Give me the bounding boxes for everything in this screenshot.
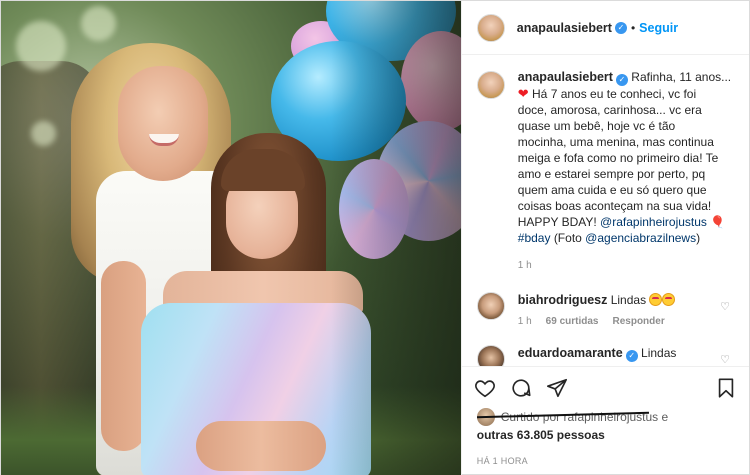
follow-button[interactable]: Seguir (639, 21, 678, 35)
comment-item: eduardoamarante ✓ Lindas ♡ (476, 345, 734, 366)
reply-button[interactable]: Responder (612, 316, 664, 327)
post-photo[interactable] (1, 1, 461, 475)
comment-time: 1 h (517, 316, 532, 327)
comments-section[interactable]: anapaulasiebert ✓ Rafinha, 11 anos... ❤ H… (462, 55, 749, 366)
caption-username[interactable]: anapaulasiebert (518, 70, 613, 84)
caption-photo-credit: (Foto (553, 231, 582, 245)
caption-time: 1 h (517, 260, 532, 271)
header-names: anapaulasiebert ✓ • Seguir (517, 21, 678, 35)
comment-body: eduardoamarante ✓ Lindas (518, 345, 734, 366)
likes-summary: Curtido por rafapinheirojustus e outras … (462, 408, 749, 450)
caption-line: quase um bebê, hoje vc é tão (517, 119, 676, 133)
action-bar (461, 366, 749, 408)
mention-link[interactable]: @agenciabrazilnews (585, 231, 696, 245)
post-caption: anapaulasiebert ✓ Rafinha, 11 anos... ❤ H… (476, 69, 734, 274)
comment-meta: 1 h 69 curtidas Responder (518, 316, 734, 327)
bookmark-icon[interactable] (715, 377, 737, 399)
clasped-hands (196, 421, 326, 471)
commenter-username[interactable]: biahrodriguesz (518, 293, 608, 307)
instagram-post: anapaulasiebert ✓ • Seguir anapaulasiebe… (0, 0, 750, 475)
caption-line: quem ama cuida e eu só quero que (517, 183, 707, 197)
comment-body: biahrodriguesz Lindas 1 h 69 curtidas Re… (518, 292, 734, 327)
caption-line: meiga e fofa como no primeiro dia! Te (517, 151, 719, 165)
comment-icon[interactable] (510, 377, 532, 399)
verified-badge-icon: ✓ (625, 350, 638, 362)
caption-photo-credit-end: ) (696, 231, 701, 245)
commenter-avatar[interactable] (476, 292, 505, 320)
mention-link[interactable]: @rafapinheirojustus (600, 215, 707, 229)
heart-icon[interactable] (474, 377, 496, 399)
author-username[interactable]: anapaulasiebert (517, 21, 612, 35)
woman-face (118, 66, 208, 181)
comment-likes-count[interactable]: 69 curtidas (546, 316, 599, 327)
caption-line: amo e estarei sempre por perto, pq (517, 167, 706, 181)
heart-eyes-emoji-icon (662, 293, 676, 306)
post-header: anapaulasiebert ✓ • Seguir (461, 1, 749, 55)
commenter-avatar[interactable] (476, 345, 505, 366)
hashtag-link[interactable]: #bday (518, 231, 551, 245)
verified-badge-icon: ✓ (614, 21, 627, 34)
verified-badge-icon: ✓ (615, 74, 628, 86)
author-avatar[interactable] (476, 13, 505, 42)
caption-avatar[interactable] (476, 71, 505, 99)
comment-text: Lindas (641, 346, 677, 360)
photo-shadow (330, 1, 461, 475)
balloon-emoji-icon: 🎈 (710, 215, 726, 229)
caption-line: Há 7 anos eu te conheci, vc foi (532, 87, 697, 101)
caption-line: coisas boas aconteçam na sua vida! (517, 199, 712, 213)
post-sidebar: anapaulasiebert ✓ • Seguir anapaulasiebe… (460, 1, 749, 475)
bokeh-light (31, 121, 56, 146)
caption-line: HAPPY BDAY! (517, 215, 597, 229)
separator-dot: • (630, 20, 636, 35)
comment-like-heart-icon[interactable]: ♡ (720, 300, 730, 313)
commenter-username[interactable]: eduardoamarante (518, 346, 623, 360)
bokeh-light (16, 21, 66, 71)
red-heart-emoji-icon: ❤ (517, 86, 529, 101)
heart-eyes-emoji-icon (649, 293, 663, 306)
bokeh-light (81, 6, 116, 41)
share-icon[interactable] (546, 377, 568, 399)
caption-line: Rafinha, 11 anos... (631, 70, 732, 84)
comment-like-heart-icon[interactable]: ♡ (720, 353, 730, 366)
caption-line: doce, amorosa, carinhosa... vc era (517, 103, 702, 117)
woman-arm (101, 261, 146, 451)
caption-line: mocinha, uma menina, mas continua (517, 135, 714, 149)
comment-text: Lindas (610, 293, 647, 307)
comment-item: biahrodriguesz Lindas 1 h 69 curtidas Re… (476, 292, 734, 327)
post-timestamp[interactable]: HÁ 1 HORA (462, 450, 749, 475)
caption-body: anapaulasiebert ✓ Rafinha, 11 anos... ❤ H… (518, 69, 731, 274)
likes-count[interactable]: outras 63.805 pessoas (477, 428, 734, 442)
